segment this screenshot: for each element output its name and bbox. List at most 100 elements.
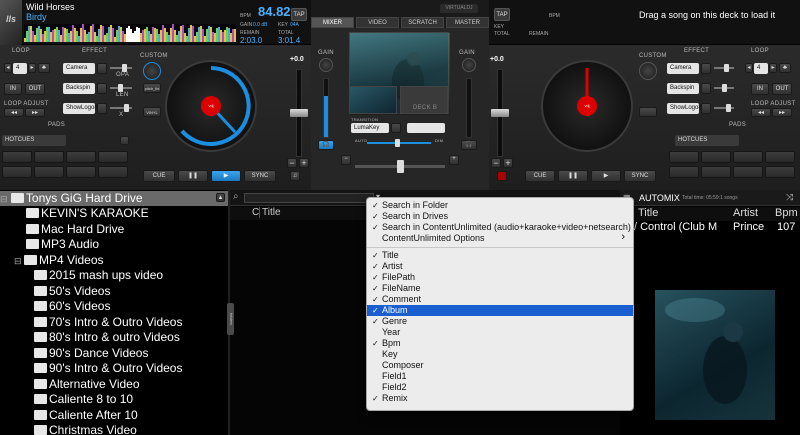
shuffle-icon[interactable]: ⤨ [786,192,793,203]
transition-effect-select[interactable] [407,123,445,133]
left-effect-3-toggle[interactable] [97,103,107,114]
right-pad-8[interactable] [765,166,795,178]
right-pad-1[interactable] [669,151,699,163]
right-loop-size[interactable]: 4 [754,63,768,74]
menu-item-key[interactable]: Key [367,349,633,360]
right-pause-button[interactable]: ❚❚ [558,170,588,182]
folder-item[interactable]: Alternative Video [34,377,140,392]
folder-item[interactable]: 50's Videos [34,284,110,299]
right-pitch-slider[interactable] [491,109,509,117]
menu-item-bpm[interactable]: ✓ Bpm [367,338,633,349]
menu-item-filepath[interactable]: ✓ FilePath [367,272,633,283]
tab-master[interactable]: MASTER [446,17,489,28]
left-loop-adjust-back[interactable]: ◂◂ [4,108,24,117]
right-effect-3-toggle[interactable] [701,103,711,114]
mixer-headphone-right[interactable]: 🎧 [461,140,477,150]
right-loop-adjust-back[interactable]: ◂◂ [751,108,771,117]
tab-mixer[interactable]: MIXER [311,17,354,28]
right-play-button[interactable]: ▶ [591,170,621,182]
left-pad-6[interactable] [34,166,64,178]
menu-item-filename[interactable]: ✓ FileName [367,283,633,294]
left-pad-8[interactable] [98,166,128,178]
left-tap-button[interactable]: TAP [291,8,307,21]
left-loop-out-button[interactable]: OUT [25,83,45,95]
menu-item-title[interactable]: ✓ Title [367,250,633,261]
transition-toggle[interactable] [391,123,401,133]
video-crossfader[interactable] [367,139,431,147]
left-opa-slider[interactable] [110,64,132,72]
right-loop-in-button[interactable]: IN [751,83,769,95]
menu-item-contentunlimited-options[interactable]: ContentUnlimited Options [367,232,633,244]
folder-item[interactable]: Christmas Video [34,423,137,435]
left-custom-knob[interactable] [143,62,161,80]
right-loop-adjust-fwd[interactable]: ▸▸ [772,108,792,117]
left-loop-in-button[interactable]: IN [4,83,22,95]
left-effect-2-toggle[interactable] [97,83,107,94]
left-pad-2[interactable] [34,151,64,163]
left-loop-down-button[interactable]: ◂ [4,63,12,73]
menu-item-search-in-drives[interactable]: ✓ Search in Drives [367,211,633,222]
left-loop-size[interactable]: 4 [13,63,27,74]
right-x-slider[interactable] [714,104,734,112]
left-pad-5[interactable] [2,166,32,178]
menu-item-search-in-contentunlimited-audio-karaoke-video-netsearch[interactable]: ✓ Search in ContentUnlimited (audio+karao… [367,222,633,233]
right-cue-button[interactable]: CUE [525,170,555,182]
folder-item[interactable]: 70's Intro & Outro Videos [34,315,182,330]
left-waveform[interactable] [24,24,236,42]
tab-video[interactable]: VIDEO [356,17,399,28]
menu-item-comment[interactable]: ✓ Comment [367,294,633,305]
mixer-gain-right-knob[interactable] [462,58,476,72]
right-effect-3-select[interactable]: ShowLogo8 [667,103,702,114]
left-effect-2-select[interactable]: Backspin [63,83,95,94]
right-tap-button[interactable]: TAP [494,8,510,21]
automix-col-title[interactable]: Title [638,207,658,219]
right-pad-2[interactable] [701,151,731,163]
folder-scroll-up[interactable]: ▲ [216,193,225,202]
left-pitch-slider[interactable] [290,109,308,117]
tab-scratch[interactable]: SCRATCH [401,17,444,28]
left-sync-button[interactable]: SYNC [244,170,276,182]
right-loop-up-button[interactable]: ▸ [769,63,777,73]
right-pad-3[interactable] [733,151,763,163]
automix-col-bpm[interactable]: Bpm [775,207,798,219]
left-effect-1-select[interactable]: Camera [63,63,95,74]
right-pad-7[interactable] [733,166,763,178]
right-effect-1-toggle[interactable] [701,63,711,74]
right-hotcues-select[interactable]: HOTCUES [675,135,739,146]
left-play-button[interactable]: ▶ [211,170,241,182]
right-len-slider[interactable] [714,84,734,92]
right-record-button[interactable] [497,171,507,181]
automix-row[interactable]: / Control (Club M Prince 107 [620,221,800,235]
audio-crossfader[interactable] [355,160,445,173]
right-loop-icon[interactable]: ♣ [779,63,791,73]
right-loop-down-button[interactable]: ◂ [745,63,753,73]
left-pad-7[interactable] [66,166,96,178]
mixer-eq-right-plus[interactable]: + [449,155,459,165]
right-pitch-plus[interactable]: + [503,158,513,168]
left-loop-up-button[interactable]: ▸ [28,63,36,73]
menu-item-year[interactable]: Year [367,327,633,338]
mixer-eq-left-minus[interactable]: − [341,155,351,165]
menu-item-remix[interactable]: ✓ Remix [367,393,633,404]
folder-item[interactable]: ⊟ MP4 Videos [14,253,104,268]
folder-item[interactable]: Mac Hard Drive [26,222,124,237]
menu-item-field1[interactable]: Field1 [367,371,633,382]
right-effect-2-select[interactable]: Backspin [667,83,699,94]
left-loop-adjust-fwd[interactable]: ▸▸ [25,108,45,117]
right-effect-2-toggle[interactable] [701,83,711,94]
mixer-headphone-left[interactable]: 🎧 [318,140,334,150]
menu-item-composer[interactable]: Composer [367,360,633,371]
folder-item[interactable]: 80's Intro & outro Videos [34,330,180,345]
left-pause-button[interactable]: ❚❚ [178,170,208,182]
folder-root[interactable]: ⊟ Tonys GiG Hard Drive [0,191,228,206]
left-len-slider[interactable] [110,84,132,92]
mixer-gain-left-knob[interactable] [319,58,333,72]
search-input[interactable] [244,193,374,203]
left-loop-icon[interactable]: ♣ [38,63,50,73]
video-preview-deck-a[interactable] [349,86,397,114]
menu-item-field2[interactable]: Field2 [367,382,633,393]
folder-expand-icon[interactable]: ⊟ [0,194,8,204]
left-pad-3[interactable] [66,151,96,163]
folder-item[interactable]: 2015 mash ups video [34,268,163,283]
folder-item[interactable]: Caliente 8 to 10 [34,392,133,407]
